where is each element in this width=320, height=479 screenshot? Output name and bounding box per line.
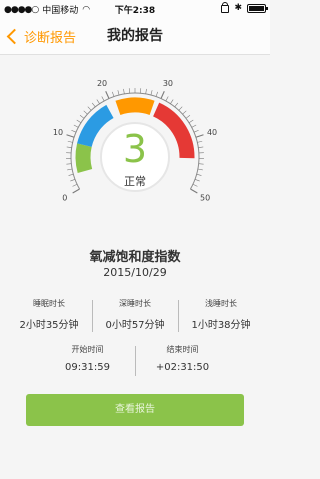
gauge-minor-tick xyxy=(72,183,78,187)
lock-icon xyxy=(221,2,230,13)
end-time: 结束时间 +02:31:50 xyxy=(135,344,230,376)
gauge-minor-tick xyxy=(67,168,73,171)
time-value: +02:31:50 xyxy=(155,362,210,373)
gauge-tick-label: 10 xyxy=(53,128,63,137)
gauge-minor-tick xyxy=(197,140,203,143)
report-screen: ●●●●○ 中国移动 ◠ 下午2:38 ✱ 诊断报告 我的报告 0 10 20 30 4… xyxy=(0,0,270,479)
time-range: 开始时间 09:31:59 结束时间 +02:31:50 xyxy=(40,344,230,376)
gauge-major-tick xyxy=(105,90,110,99)
stat-value: 2小时35分钟 xyxy=(19,320,79,331)
gauge-major-tick xyxy=(160,90,165,99)
time-value: 09:31:59 xyxy=(65,362,110,373)
sleep-stats: 睡眠时长 2小时35分钟 深睡时长 0小时57分钟 浅睡时长 1小时38分钟 xyxy=(6,298,264,332)
stat-deep-sleep: 深睡时长 0小时57分钟 xyxy=(92,298,178,332)
gauge-minor-tick xyxy=(174,102,179,108)
status-bar: ●●●●○ 中国移动 ◠ 下午2:38 ✱ xyxy=(0,0,270,18)
gauge-minor-tick xyxy=(101,96,105,102)
back-button[interactable]: 诊断报告 xyxy=(6,18,76,54)
gauge-minor-tick xyxy=(150,90,153,96)
gauge-minor-tick xyxy=(194,179,200,182)
gauge-tick-label: 30 xyxy=(163,79,173,88)
stat-light-sleep: 浅睡时长 1小时38分钟 xyxy=(178,298,264,332)
gauge-minor-tick xyxy=(71,129,77,133)
gauge-minor-tick xyxy=(191,124,197,128)
gauge-tick-label: 20 xyxy=(97,79,107,88)
gauge-tick-label: 50 xyxy=(200,194,210,203)
gauge-segment-orange xyxy=(115,97,155,116)
stat-label: 深睡时长 xyxy=(119,299,151,308)
battery-icon xyxy=(247,3,268,13)
gauge-minor-tick xyxy=(112,91,115,97)
gauge-minor-tick xyxy=(198,163,204,165)
stat-sleep-duration: 睡眠时长 2小时35分钟 xyxy=(6,298,92,331)
gauge-minor-tick xyxy=(96,99,100,104)
start-time: 开始时间 09:31:59 xyxy=(40,344,135,373)
gauge-minor-tick xyxy=(67,140,73,143)
gauge-major-tick xyxy=(190,188,198,194)
gauge-minor-tick xyxy=(192,183,198,187)
gauge-status: 正常 xyxy=(124,175,146,188)
gauge-minor-tick xyxy=(73,124,79,128)
gauge-tick-label: 40 xyxy=(207,128,217,137)
gauge-minor-tick xyxy=(197,168,203,171)
chevron-left-icon xyxy=(6,28,23,44)
gauge-minor-tick xyxy=(66,146,72,148)
gauge-minor-tick xyxy=(178,106,183,111)
view-report-button[interactable]: 查看报告 xyxy=(26,394,244,426)
stat-value: 0小时57分钟 xyxy=(105,320,165,331)
gauge-minor-tick xyxy=(145,88,147,94)
stat-label: 浅睡时长 xyxy=(205,299,237,308)
gauge-minor-tick xyxy=(170,99,174,104)
gauge-minor-tick xyxy=(198,146,204,148)
bluetooth-icon: ✱ xyxy=(234,3,242,13)
gauge-minor-tick xyxy=(68,173,74,176)
time-label: 开始时间 xyxy=(71,345,104,354)
gauge-minor-tick xyxy=(165,96,169,102)
report-title: 氧减饱和度指数 xyxy=(89,250,181,265)
gauge-minor-tick xyxy=(185,115,191,119)
gauge-minor-tick xyxy=(117,90,120,96)
gauge-minor-tick xyxy=(66,163,72,165)
gauge-value: 3 xyxy=(123,127,147,171)
back-label: 诊断报告 xyxy=(24,30,77,46)
stat-value: 1小时38分钟 xyxy=(191,320,251,331)
report-date: 2015/10/29 xyxy=(103,266,167,279)
gauge-major-tick xyxy=(195,134,204,138)
gauge-segment-green xyxy=(75,143,93,173)
nav-bar: 诊断报告 我的报告 xyxy=(0,18,270,55)
gauge-minor-tick xyxy=(188,119,194,123)
gauge-chart: 0 10 20 30 40 50 3 正常 xyxy=(53,79,217,203)
gauge-minor-tick xyxy=(193,129,199,133)
stat-label: 睡眠时长 xyxy=(33,299,65,308)
gauge-minor-tick xyxy=(83,110,88,115)
gauge-minor-tick xyxy=(123,88,125,94)
gauge-tick-label: 0 xyxy=(62,194,67,203)
gauge-minor-tick xyxy=(76,119,82,123)
gauge-major-tick xyxy=(66,134,75,138)
time-label: 结束时间 xyxy=(166,345,199,354)
gauge-major-tick xyxy=(72,188,80,194)
gauge-minor-tick xyxy=(70,179,76,182)
gauge-minor-tick xyxy=(79,115,85,119)
gauge-minor-tick xyxy=(155,91,158,97)
status-right: ✱ xyxy=(221,2,268,13)
gauge-minor-tick xyxy=(91,102,96,108)
gauge-minor-tick xyxy=(182,110,187,115)
gauge-minor-tick xyxy=(87,106,92,111)
gauge-minor-tick xyxy=(196,173,202,176)
